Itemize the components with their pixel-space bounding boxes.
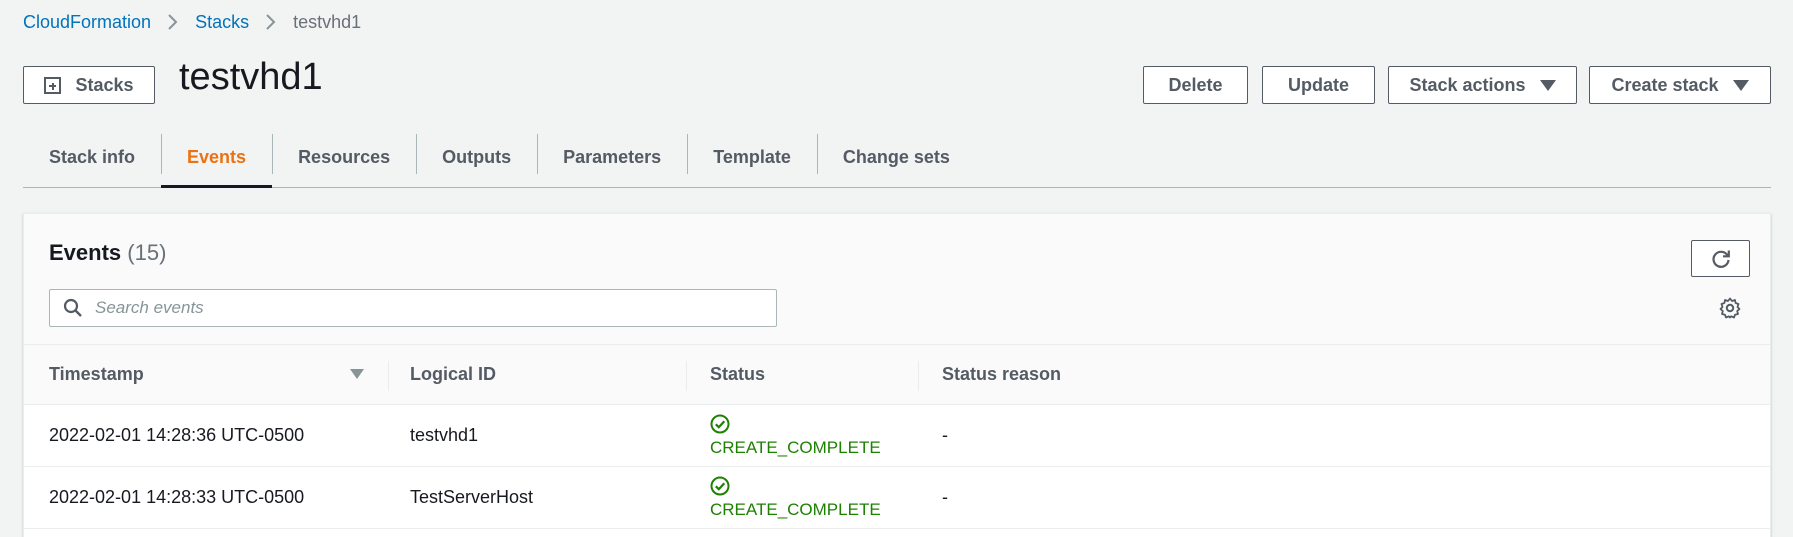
cell-status-reason: - (942, 487, 948, 507)
events-title-text: Events (49, 240, 122, 265)
tab-template[interactable]: Template (687, 128, 817, 186)
chevron-right-icon (249, 13, 293, 31)
update-button-label: Update (1287, 74, 1349, 95)
plus-box-icon (44, 76, 62, 94)
search-events-input[interactable] (95, 298, 775, 318)
refresh-button[interactable] (1691, 240, 1750, 277)
tab-resources[interactable]: Resources (272, 128, 416, 186)
column-header-status-reason[interactable]: Status reason (918, 345, 1061, 404)
breadcrumb-cloudformation[interactable]: CloudFormation (23, 12, 151, 33)
page-title: testvhd1 (179, 56, 323, 98)
chevron-right-icon (151, 13, 195, 31)
breadcrumb: CloudFormation Stacks testvhd1 (23, 10, 361, 34)
search-events-field[interactable] (49, 289, 777, 327)
sort-caret-icon[interactable] (350, 369, 364, 379)
cloudformation-stack-page: CloudFormation Stacks testvhd1 Stacks te… (0, 0, 1793, 537)
table-row: 2022-02-01 14:28:33 UTC-0500 TestServerH… (24, 467, 1770, 529)
stack-actions-dropdown[interactable]: Stack actions (1388, 66, 1577, 104)
cell-logical-id: testvhd1 (410, 425, 479, 445)
events-panel-header: Events (15) (24, 214, 1770, 344)
status-text: CREATE_COMPLETE (710, 499, 881, 519)
events-title: Events (15) (49, 240, 166, 266)
stack-actions-label: Stack actions (1409, 74, 1526, 95)
cell-logical-id: TestServerHost (410, 487, 534, 507)
stacks-panel-button[interactable]: Stacks (23, 66, 155, 104)
column-header-label: Timestamp (49, 364, 144, 384)
search-icon (63, 298, 82, 317)
cell-timestamp: 2022-02-01 14:28:33 UTC-0500 (49, 487, 305, 507)
column-header-status[interactable]: Status (686, 345, 918, 404)
create-stack-label: Create stack (1611, 74, 1719, 95)
events-count: (15) (127, 240, 167, 265)
column-header-timestamp[interactable]: Timestamp (24, 345, 388, 404)
tab-events[interactable]: Events (161, 128, 273, 188)
tab-stack-info[interactable]: Stack info (23, 128, 161, 186)
cell-status-reason: - (942, 425, 948, 445)
caret-down-icon (1732, 79, 1749, 91)
status-check-icon (710, 414, 730, 433)
tab-outputs[interactable]: Outputs (416, 128, 537, 186)
tab-change-sets[interactable]: Change sets (816, 128, 976, 186)
settings-gear-icon[interactable] (1719, 297, 1741, 319)
column-header-logical-id[interactable]: Logical ID (388, 345, 686, 404)
cell-status: CREATE_COMPLETE (686, 476, 918, 520)
table-header: Timestamp Logical ID Status Status reaso… (24, 344, 1770, 405)
tab-parameters[interactable]: Parameters (537, 128, 687, 186)
breadcrumb-current: testvhd1 (293, 11, 362, 32)
stack-tabs: Stack info Events Resources Outputs Para… (23, 128, 1771, 188)
caret-down-icon (1539, 79, 1556, 91)
refresh-icon (1711, 250, 1730, 268)
update-button[interactable]: Update (1262, 66, 1375, 104)
events-table: Timestamp Logical ID Status Status reaso… (24, 344, 1770, 529)
delete-button[interactable]: Delete (1143, 66, 1248, 104)
create-stack-dropdown[interactable]: Create stack (1589, 66, 1771, 104)
events-panel: Events (15) Search events Timestamp Logi… (23, 213, 1771, 537)
breadcrumb-stacks[interactable]: Stacks (195, 12, 249, 33)
stacks-button-label: Stacks (75, 74, 134, 95)
delete-button-label: Delete (1168, 74, 1223, 95)
cell-status: CREATE_COMPLETE (686, 414, 918, 458)
status-check-icon (710, 476, 730, 495)
cell-timestamp: 2022-02-01 14:28:36 UTC-0500 (49, 425, 305, 445)
table-row: 2022-02-01 14:28:36 UTC-0500 testvhd1 CR… (24, 405, 1770, 467)
status-text: CREATE_COMPLETE (710, 437, 881, 457)
